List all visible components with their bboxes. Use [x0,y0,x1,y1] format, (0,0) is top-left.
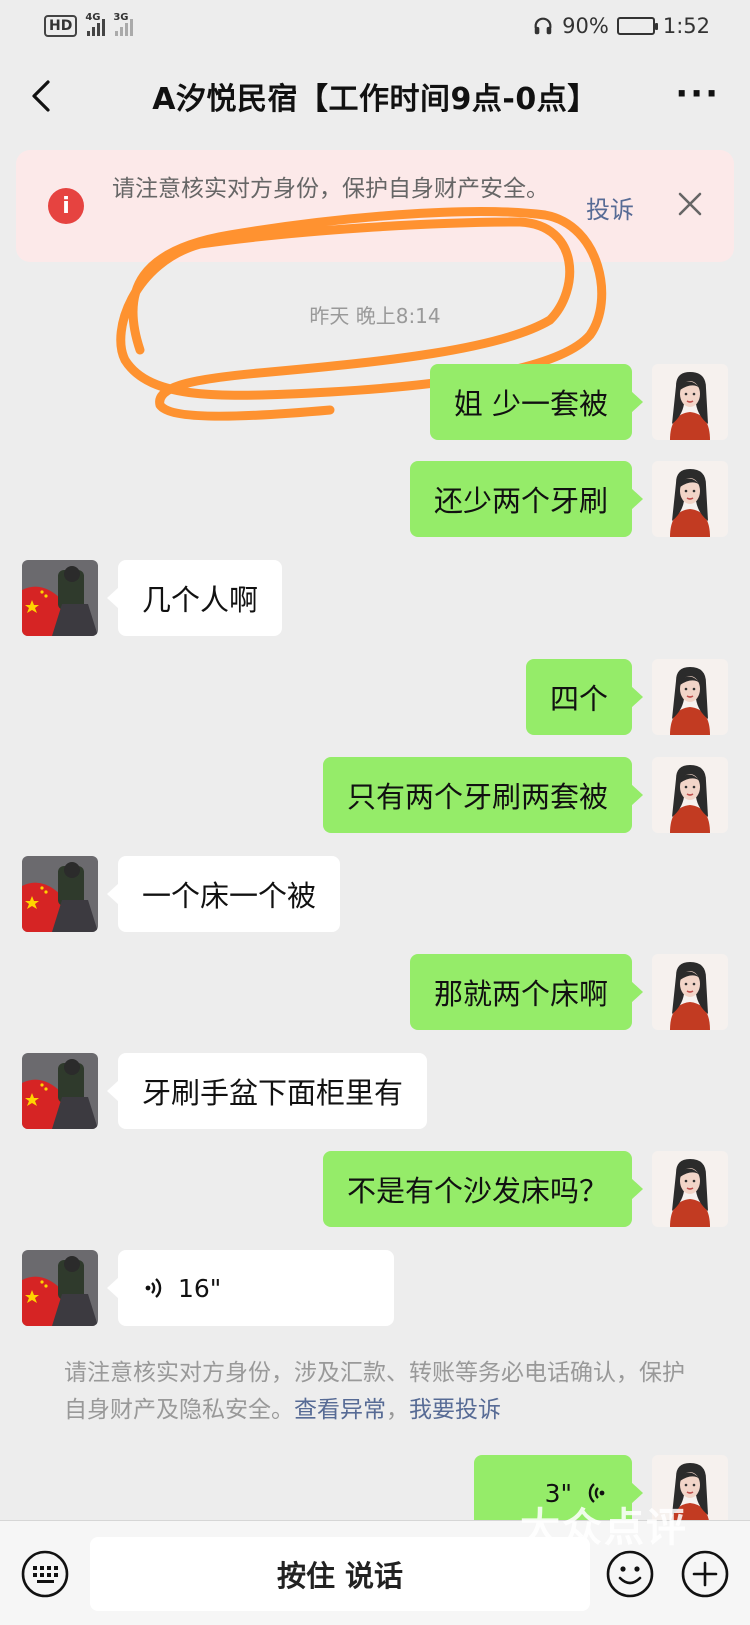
user-portrait-image [652,1151,728,1227]
message-bubble[interactable]: 牙刷手盆下面柜里有 [106,1053,428,1129]
view-anomaly-link[interactable]: 查看异常 [294,1397,386,1423]
avatar[interactable] [652,659,728,735]
user-portrait-image [652,954,728,1030]
emoji-icon[interactable] [605,1549,655,1599]
message-row: 那就两个床啊 [0,954,750,1030]
message-row: 几个人啊 [0,560,750,636]
avatar[interactable] [22,1053,98,1129]
contact-photo-image [22,856,98,932]
avatar[interactable] [652,757,728,833]
avatar[interactable] [22,856,98,932]
avatar[interactable] [652,1151,728,1227]
message-row: 还少两个牙刷 [0,461,750,537]
message-bubble[interactable]: 四个 [525,659,644,735]
message-row: 只有两个牙刷两套被 [0,757,750,833]
message-bubble[interactable]: 只有两个牙刷两套被 [322,757,644,833]
message-row: 四个 [0,659,750,735]
message-bubble[interactable]: 几个人啊 [106,560,283,636]
voice-message-bubble[interactable]: 16" [107,1250,394,1326]
contact-photo-image [22,1053,98,1129]
contact-photo-image [22,1250,98,1326]
message-row: 牙刷手盆下面柜里有 [0,1053,750,1129]
message-row: 姐 少一套被 [0,364,750,440]
message-bubble[interactable]: 不是有个沙发床吗？ [322,1151,644,1227]
plus-icon[interactable] [680,1549,730,1599]
user-portrait-image [652,659,728,735]
message-row: 一个床一个被 [0,856,750,932]
notice-separator: ， [386,1397,409,1423]
avatar[interactable] [22,1250,98,1326]
user-portrait-image [652,461,728,537]
message-bubble[interactable]: 姐 少一套被 [429,364,644,440]
safety-notice: 请注意核实对方身份，涉及汇款、转账等务必电话确认，保护自身财产及隐私安全。查看异… [64,1355,704,1429]
hold-to-talk-button[interactable]: 按住 说话 [90,1537,590,1611]
avatar[interactable] [652,364,728,440]
user-portrait-image [652,364,728,440]
keyboard-icon[interactable] [20,1549,70,1599]
avatar[interactable] [22,560,98,636]
message-row: 不是有个沙发床吗？ [0,1151,750,1227]
voice-wave-icon [145,1278,162,1298]
avatar[interactable] [652,461,728,537]
avatar[interactable] [652,954,728,1030]
watermark-logo: 大众点评 [520,1505,688,1551]
message-bubble[interactable]: 一个床一个被 [106,856,341,932]
voice-duration: 16" [178,1273,222,1303]
contact-photo-image [22,560,98,636]
report-link[interactable]: 我要投诉 [409,1397,501,1423]
user-portrait-image [652,757,728,833]
message-bubble[interactable]: 那就两个床啊 [409,954,644,1030]
message-bubble[interactable]: 还少两个牙刷 [409,461,644,537]
message-row: 16" [0,1250,750,1326]
